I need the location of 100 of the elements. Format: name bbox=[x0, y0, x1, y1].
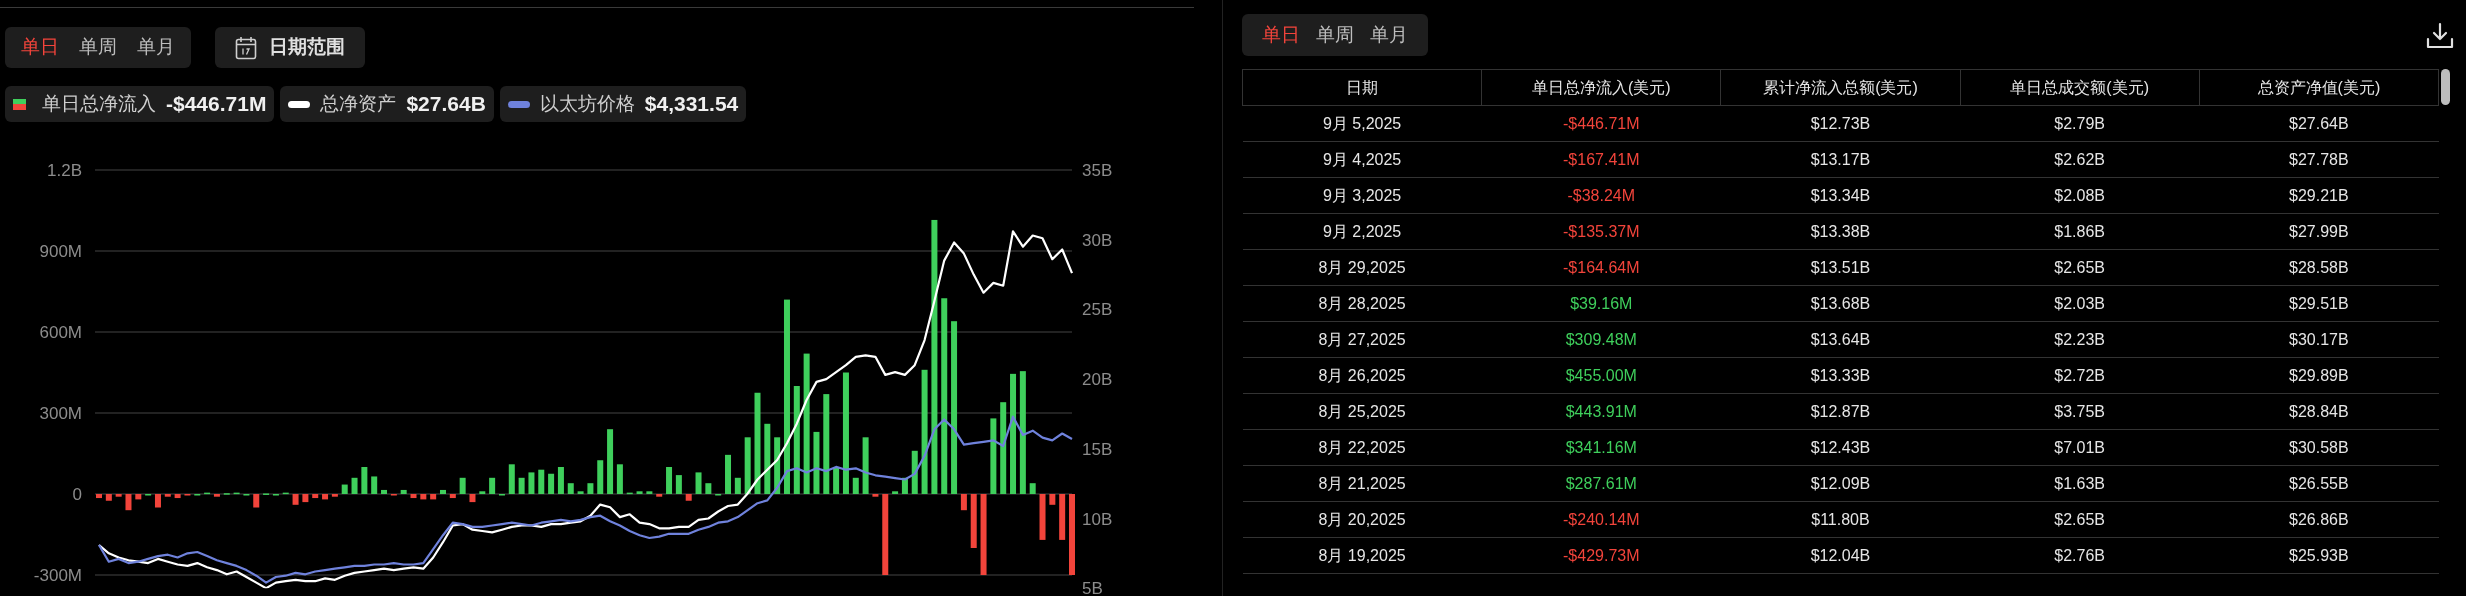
table-cell: $12.73B bbox=[1720, 105, 1961, 142]
inflow-bar bbox=[813, 431, 820, 494]
inflow-bar bbox=[764, 423, 771, 494]
table-cell: $2.65B bbox=[1960, 501, 2200, 538]
inflow-bar bbox=[400, 489, 407, 494]
outflow-bar bbox=[292, 494, 299, 505]
table-cell: $13.17B bbox=[1720, 141, 1961, 178]
table-cell: 9月 5,2025 bbox=[1242, 105, 1482, 142]
period-tab[interactable]: 单周 bbox=[1308, 20, 1362, 50]
table-cell: -$429.73M bbox=[1481, 537, 1721, 574]
inflow-bar bbox=[862, 437, 869, 494]
scrollbar-thumb[interactable] bbox=[2441, 69, 2450, 105]
table-cell: $7.01B bbox=[1960, 429, 2200, 466]
table-cell: $341.16M bbox=[1481, 429, 1721, 466]
table-cell: $39.16M bbox=[1481, 285, 1721, 322]
legend-chip[interactable]: 单日总净流入 -$446.71M bbox=[5, 86, 275, 122]
axis-tick-label: 15B bbox=[1082, 439, 1113, 459]
table-cell: -$167.41M bbox=[1481, 141, 1721, 178]
table-cell: $1.86B bbox=[1960, 213, 2200, 250]
inflow-bar bbox=[371, 476, 378, 494]
table-cell: $2.65B bbox=[1960, 249, 2200, 286]
inflow-bar bbox=[538, 469, 545, 494]
table-cell: 9月 3,2025 bbox=[1242, 177, 1482, 214]
outflow-bar bbox=[154, 494, 161, 508]
axis-tick-label: 300M bbox=[39, 404, 82, 423]
column-header[interactable]: 日期 bbox=[1242, 69, 1482, 106]
table-cell: $27.78B bbox=[2199, 141, 2439, 178]
inflow-bar bbox=[675, 475, 682, 494]
outflow-bar bbox=[115, 494, 122, 497]
table-cell: 9月 2,2025 bbox=[1242, 213, 1482, 250]
table-cell: 8月 20,2025 bbox=[1242, 501, 1482, 538]
axis-tick-label: 900M bbox=[39, 242, 82, 261]
legend-chip[interactable]: 总净资产 $27.64B bbox=[280, 86, 494, 122]
inflow-bar bbox=[666, 467, 673, 494]
table-cell: $29.89B bbox=[2199, 357, 2439, 394]
table-cell: $2.23B bbox=[1960, 321, 2200, 358]
download-icon[interactable] bbox=[2426, 22, 2454, 49]
inflow-bar bbox=[233, 492, 240, 495]
outflow-bar bbox=[312, 494, 319, 499]
column-header[interactable]: 单日总成交额(美元) bbox=[1960, 69, 2200, 106]
period-tab[interactable]: 单日 bbox=[1254, 20, 1308, 50]
legend-chip[interactable]: 以太坊价格 $4,331.54 bbox=[499, 86, 747, 122]
inflow-bar bbox=[479, 491, 486, 494]
table-cell: $27.64B bbox=[2199, 105, 2439, 142]
column-header[interactable]: 累计净流入总额(美元) bbox=[1720, 69, 1961, 106]
period-tab[interactable]: 单月 bbox=[1362, 20, 1416, 50]
table-cell: $26.55B bbox=[2199, 465, 2439, 502]
column-header[interactable]: 单日总净流入(美元) bbox=[1481, 69, 1721, 106]
inflow-bar bbox=[557, 467, 564, 494]
table-cell: $28.58B bbox=[2199, 249, 2439, 286]
date-range-button[interactable]: 日期范围 bbox=[215, 27, 365, 68]
table-cell: 8月 22,2025 bbox=[1242, 429, 1482, 466]
table-cell: $309.48M bbox=[1481, 321, 1721, 358]
table-cell: $26.86B bbox=[2199, 501, 2439, 538]
inflow-bar bbox=[528, 472, 535, 494]
period-tab[interactable]: 单日 bbox=[11, 33, 69, 62]
table-cell: $13.38B bbox=[1720, 213, 1961, 250]
table-cell: $2.03B bbox=[1960, 285, 2200, 322]
inflow-bar bbox=[725, 454, 731, 494]
table-cell: -$446.71M bbox=[1481, 105, 1721, 142]
table-cell: 9月 4,2025 bbox=[1242, 141, 1482, 178]
outflow-bar bbox=[125, 494, 132, 511]
table-cell: $2.79B bbox=[1960, 105, 2200, 142]
table-cell: -$38.24M bbox=[1481, 177, 1721, 214]
table-cell: $29.21B bbox=[2199, 177, 2439, 214]
outflow-bar bbox=[1039, 494, 1046, 540]
inflow-bar bbox=[616, 464, 623, 494]
table-cell: 8月 27,2025 bbox=[1242, 321, 1482, 358]
inflow-bar bbox=[774, 437, 781, 494]
outflow-bar bbox=[174, 494, 181, 499]
outflow-bar bbox=[872, 494, 879, 497]
legend-label: 以太坊价格 bbox=[539, 91, 635, 116]
outflow-bar bbox=[302, 494, 309, 503]
column-header[interactable]: 总资产净值(美元) bbox=[2199, 69, 2439, 106]
table-cell: $455.00M bbox=[1481, 357, 1721, 394]
inflow-bar bbox=[833, 467, 840, 494]
table-cell: $30.17B bbox=[2199, 321, 2439, 358]
outflow-bar bbox=[331, 494, 338, 497]
legend-value: $27.64B bbox=[406, 91, 486, 118]
period-tab[interactable]: 单周 bbox=[69, 33, 127, 62]
inflow-bar bbox=[626, 492, 633, 495]
table-cell: 8月 19,2025 bbox=[1242, 537, 1482, 574]
inflow-bar bbox=[282, 492, 289, 495]
axis-tick-label: 0 bbox=[72, 485, 82, 504]
inflow-bar bbox=[607, 429, 614, 494]
table-cell: $443.91M bbox=[1481, 393, 1721, 430]
table-cell: $287.61M bbox=[1481, 465, 1721, 502]
table-cell: $13.33B bbox=[1720, 357, 1961, 394]
outflow-bar bbox=[1049, 494, 1056, 505]
period-tab[interactable]: 单月 bbox=[127, 33, 185, 62]
inflow-bar bbox=[440, 489, 446, 494]
inflow-bar bbox=[577, 491, 584, 494]
legend-label: 单日总净流入 bbox=[42, 91, 156, 116]
inflow-bar bbox=[901, 477, 908, 494]
outflow-bar bbox=[430, 494, 437, 500]
table-cell: 8月 28,2025 bbox=[1242, 285, 1482, 322]
outflow-bar bbox=[685, 494, 692, 501]
inflow-bar bbox=[587, 483, 594, 494]
table-cell: $13.34B bbox=[1720, 177, 1961, 214]
table-cell: $13.64B bbox=[1720, 321, 1961, 358]
